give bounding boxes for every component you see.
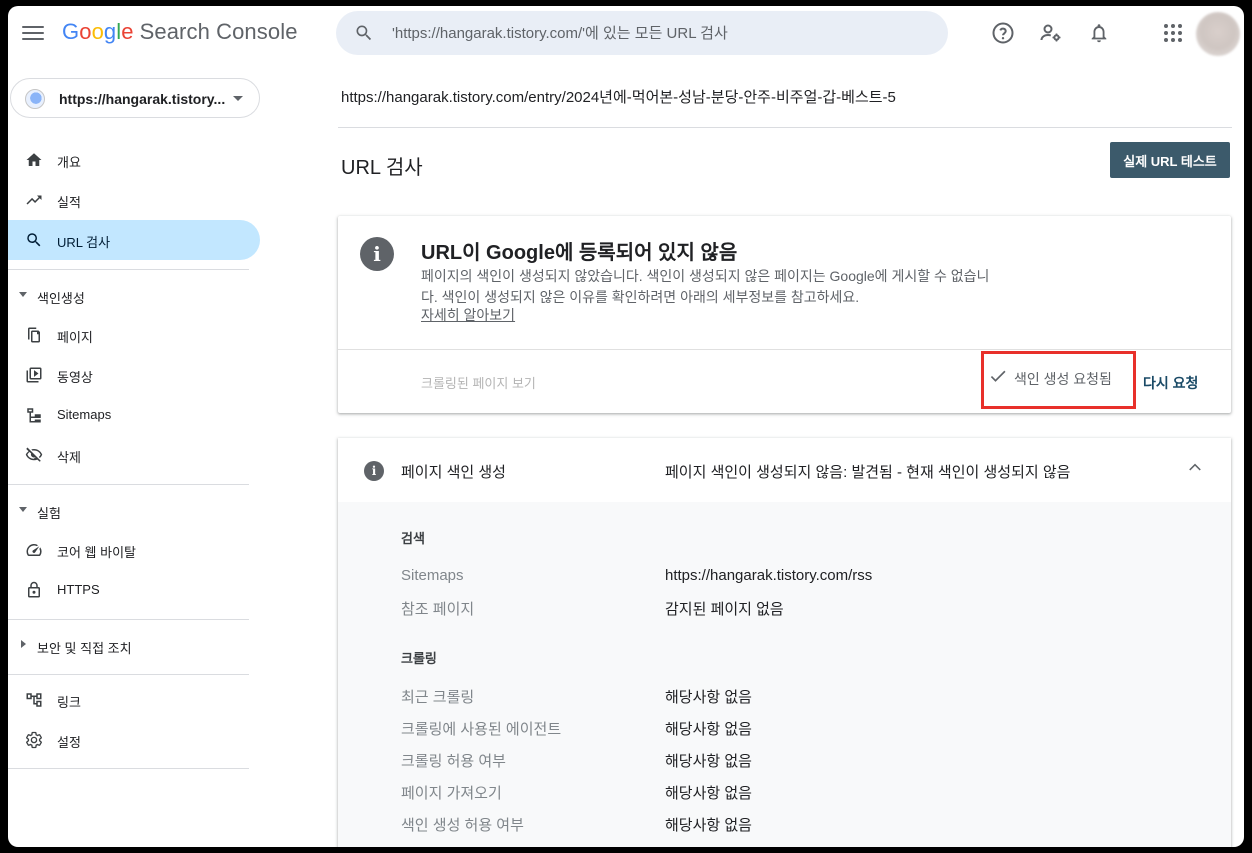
detail-label: 참조 페이지 <box>401 601 475 618</box>
sidebar-item-video[interactable]: 동영상 <box>8 355 260 395</box>
search-icon[interactable] <box>354 23 374 48</box>
detail-value: 해당사항 없음 <box>665 721 752 738</box>
info-icon: i <box>360 237 394 271</box>
panel-details: 검색 Sitemaps https://hangarak.tistory.com… <box>338 502 1231 847</box>
notifications-icon[interactable] <box>1086 20 1112 46</box>
detail-label: 크롤링 허용 여부 <box>401 753 506 770</box>
index-status-description: 페이지의 색인이 생성되지 않았습니다. 색인이 생성되지 않은 페이지는 Go… <box>421 268 990 305</box>
sidebar-item-core-web-vitals[interactable]: 코어 웹 바이탈 <box>8 530 260 570</box>
app-window: GoogleSearch Console https://hangarak.ti… <box>8 6 1244 847</box>
detail-label: 크롤링에 사용된 에이전트 <box>401 721 562 738</box>
sidebar-item-url-inspection[interactable]: URL 검사 <box>8 220 260 260</box>
links-icon <box>24 690 44 710</box>
avatar[interactable] <box>1196 12 1240 56</box>
property-selector[interactable]: https://hangarak.tistory... <box>10 78 260 118</box>
apps-icon[interactable] <box>1160 20 1186 46</box>
sidebar-divider <box>8 269 249 270</box>
search-input[interactable] <box>392 21 932 45</box>
search-icon <box>24 230 44 250</box>
removal-icon <box>24 445 44 465</box>
detail-value: 감지된 페이지 없음 <box>665 601 784 618</box>
main-menu-icon[interactable] <box>22 22 44 44</box>
lock-icon <box>24 580 44 600</box>
collapse-arrow-icon <box>19 292 27 297</box>
trending-icon <box>24 190 44 210</box>
sidebar-item-pages[interactable]: 페이지 <box>8 315 260 355</box>
sidebar-item-settings[interactable]: 설정 <box>8 720 260 760</box>
section-security-toggle[interactable]: 보안 및 직접 조치 <box>8 630 260 660</box>
live-url-test-button[interactable]: 실제 URL 테스트 <box>1110 142 1230 178</box>
section-heading-crawl: 크롤링 <box>401 651 437 666</box>
main-divider <box>338 127 1232 128</box>
url-inspect-search-bar[interactable] <box>336 11 948 55</box>
search-console-logo[interactable]: Google Search Console <box>62 19 298 45</box>
panel-title: 페이지 색인 생성 <box>401 464 506 481</box>
annotation-highlight-box <box>981 351 1136 409</box>
view-crawled-page-button[interactable]: 크롤링된 페이지 보기 <box>421 373 536 392</box>
page-indexing-header[interactable]: i 페이지 색인 생성 페이지 색인이 생성되지 않음: 발견됨 - 현재 색인… <box>338 438 1231 502</box>
page-title: URL 검사 <box>341 157 423 179</box>
detail-value: https://hangarak.tistory.com/rss <box>665 567 873 584</box>
detail-value: 해당사항 없음 <box>665 689 752 706</box>
section-heading-discovery: 검색 <box>401 531 425 546</box>
sidebar-item-removals[interactable]: 삭제 <box>8 435 260 475</box>
help-icon[interactable] <box>990 20 1016 46</box>
page-indexing-panel: i 페이지 색인 생성 페이지 색인이 생성되지 않음: 발견됨 - 현재 색인… <box>338 438 1231 847</box>
detail-label: 페이지 가져오기 <box>401 785 502 802</box>
home-icon <box>24 150 44 170</box>
detail-label: Sitemaps <box>401 567 464 584</box>
manage-users-icon[interactable] <box>1038 20 1064 46</box>
sidebar-divider <box>8 484 249 485</box>
card-divider <box>338 349 1231 350</box>
pages-icon <box>24 325 44 345</box>
sidebar-item-links[interactable]: 링크 <box>8 680 260 720</box>
property-name: https://hangarak.tistory... <box>59 91 226 107</box>
globe-icon <box>25 89 45 109</box>
top-bar: Google Search Console <box>8 6 1244 62</box>
speed-icon <box>24 540 44 560</box>
sidebar-item-performance[interactable]: 실적 <box>8 180 260 220</box>
expand-arrow-icon <box>21 640 26 648</box>
sidebar-item-https[interactable]: HTTPS <box>8 570 260 610</box>
request-again-button[interactable]: 다시 요청 <box>1143 373 1198 393</box>
sidebar-item-overview[interactable]: 개요 <box>8 140 260 180</box>
chevron-up-icon[interactable] <box>1188 460 1202 479</box>
sidebar-divider <box>8 619 249 620</box>
panel-status: 페이지 색인이 생성되지 않음: 발견됨 - 현재 색인이 생성되지 않음 <box>665 464 1071 481</box>
sidebar-item-sitemaps[interactable]: Sitemaps <box>8 395 260 435</box>
sidebar-divider <box>8 768 249 769</box>
info-icon: i <box>364 461 384 481</box>
collapse-arrow-icon <box>19 507 27 512</box>
detail-value: 해당사항 없음 <box>665 817 752 834</box>
index-status-title: URL이 Google에 등록되어 있지 않음 <box>421 242 738 264</box>
settings-icon <box>24 730 44 750</box>
detail-value: 해당사항 없음 <box>665 785 752 802</box>
dropdown-arrow-icon <box>233 96 243 101</box>
index-status-card: i URL이 Google에 등록되어 있지 않음 페이지의 색인이 생성되지 … <box>338 216 1231 413</box>
sidebar-divider <box>8 674 249 675</box>
detail-value: 해당사항 없음 <box>665 753 752 770</box>
learn-more-link[interactable]: 자세히 알아보기 <box>421 305 515 325</box>
detail-label: 색인 생성 허용 여부 <box>401 817 524 834</box>
inspected-url: https://hangarak.tistory.com/entry/2024년… <box>341 89 896 106</box>
sitemap-icon <box>24 405 44 425</box>
product-name: Search Console <box>139 19 298 44</box>
section-indexing-toggle[interactable]: 색인생성 <box>8 280 260 310</box>
video-icon <box>24 365 44 385</box>
section-experience-toggle[interactable]: 실험 <box>8 495 260 525</box>
detail-label: 최근 크롤링 <box>401 689 475 706</box>
sidebar: https://hangarak.tistory... 개요 실적 URL 검사… <box>8 62 260 847</box>
